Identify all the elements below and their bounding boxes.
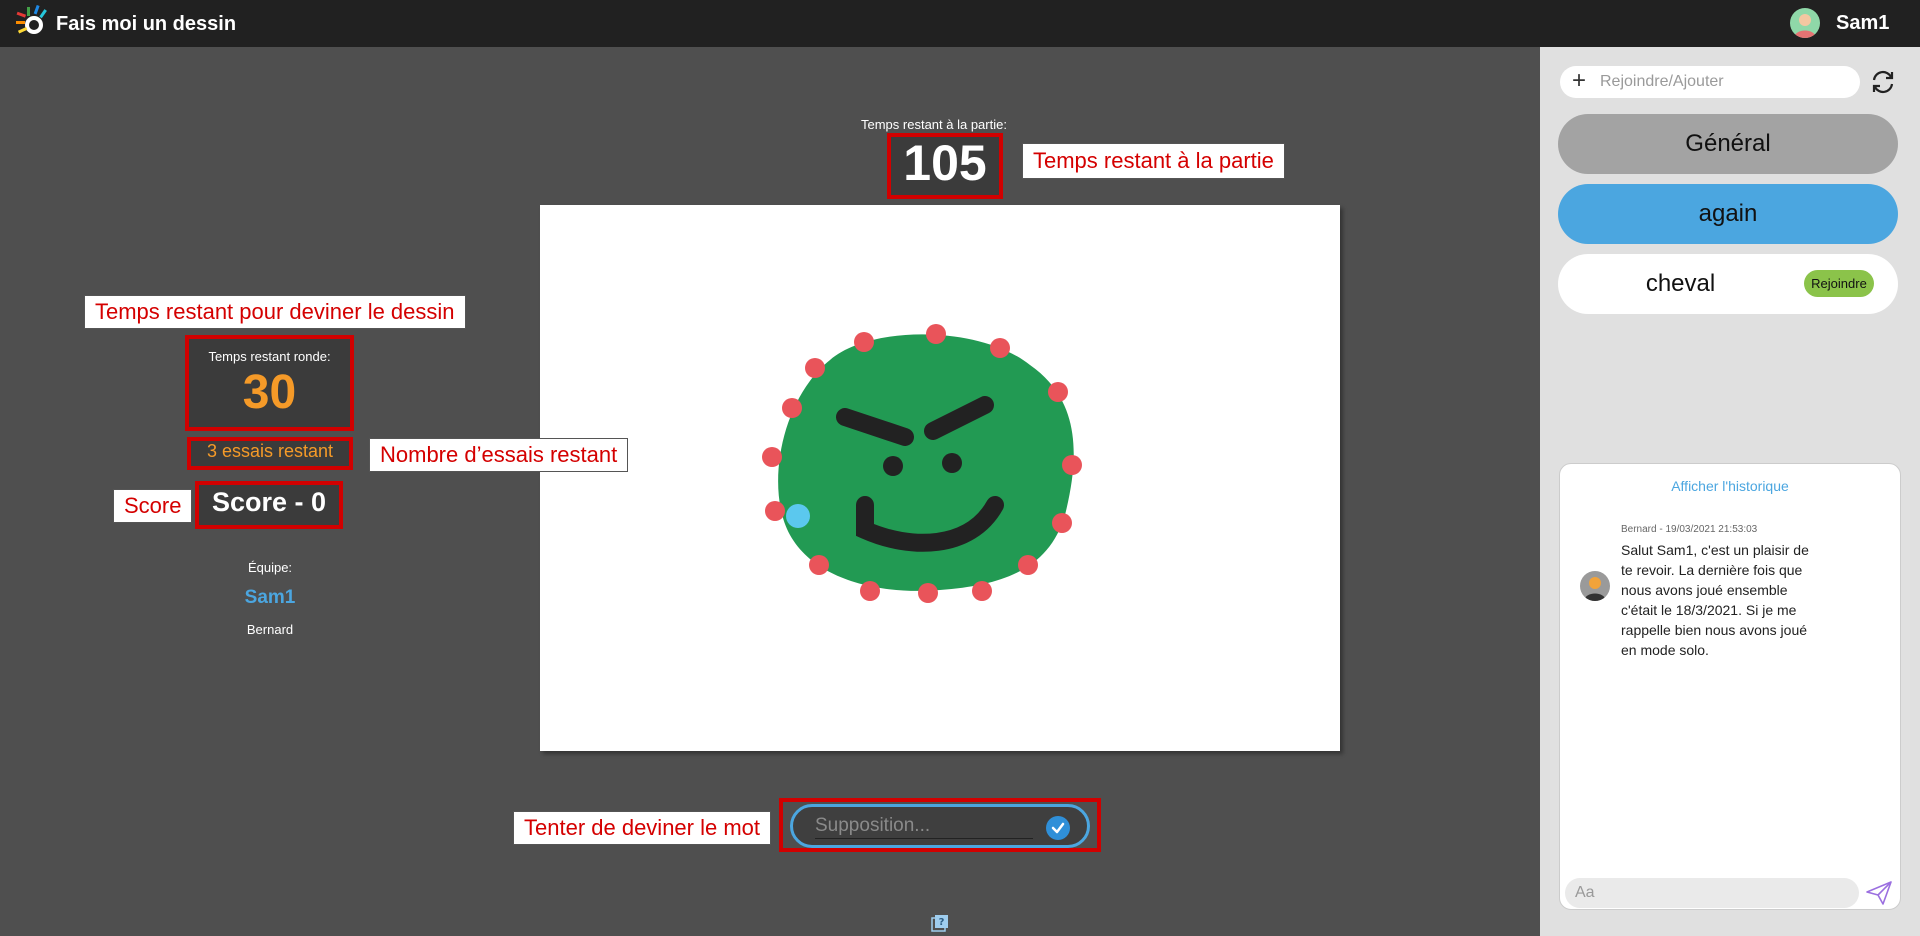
user-avatar-icon: [1794, 14, 1816, 38]
submit-guess-button[interactable]: [1046, 816, 1070, 840]
join-channel-input[interactable]: [1600, 72, 1840, 92]
channel-name: again: [1698, 200, 1758, 227]
tries-callout: Nombre d’essais restant: [369, 438, 629, 472]
game-time-label: Temps restant à la partie:: [861, 117, 1007, 132]
drawing-canvas[interactable]: [540, 205, 1340, 751]
chat-input[interactable]: [1565, 878, 1859, 908]
join-channel-field: +: [1560, 66, 1860, 98]
send-icon[interactable]: [1865, 880, 1893, 906]
guess-field: [790, 804, 1090, 848]
plus-icon[interactable]: +: [1572, 69, 1586, 93]
guess-input[interactable]: [815, 813, 1033, 839]
hint-icon[interactable]: ?: [930, 913, 950, 933]
guess-callout: Tenter de deviner le mot: [513, 811, 772, 845]
score-callout: Score: [113, 489, 193, 523]
channel-name: Général: [1685, 130, 1771, 157]
game-area: Temps restant à la partie: 105 Temps res…: [0, 47, 1540, 936]
message-avatar: [1580, 571, 1610, 601]
team-member: Bernard: [246, 622, 294, 637]
svg-text:?: ?: [939, 917, 945, 928]
show-history-link[interactable]: Afficher l'historique: [1560, 478, 1900, 494]
top-bar: Fais moi un dessin Sam1: [0, 0, 1920, 47]
user-name[interactable]: Sam1: [1836, 12, 1889, 35]
channel-general[interactable]: Général: [1558, 114, 1898, 174]
team-member-current: Sam1: [244, 587, 296, 608]
channel-name: cheval: [1645, 270, 1716, 297]
team-label: Équipe:: [247, 560, 293, 575]
user-avatar[interactable]: [1790, 8, 1820, 38]
app-title: Fais moi un dessin: [56, 13, 237, 35]
round-time-callout: Temps restant pour deviner le dessin: [84, 295, 466, 329]
score-highlight: [195, 481, 343, 529]
channel-cheval[interactable]: cheval Rejoindre: [1558, 254, 1898, 314]
game-time-highlight: [887, 133, 1003, 199]
avatar-icon: [1584, 577, 1606, 601]
join-channel-button[interactable]: Rejoindre: [1804, 270, 1874, 297]
tries-highlight: [187, 437, 353, 470]
check-icon: [1051, 822, 1065, 834]
message-text: Salut Sam1, c'est un plaisir de te revoi…: [1621, 542, 1809, 658]
game-time-callout: Temps restant à la partie: [1022, 143, 1285, 179]
refresh-icon[interactable]: [1868, 67, 1898, 97]
message-meta: Bernard - 19/03/2021 21:53:03: [1621, 524, 1758, 535]
round-time-highlight: [185, 335, 354, 431]
channel-again[interactable]: again: [1558, 184, 1898, 244]
chat-sidebar: + Général again cheval Rejoindre Affiche…: [1540, 47, 1920, 936]
chat-panel: Afficher l'historique Bernard - 19/03/20…: [1559, 463, 1901, 910]
app-logo-icon: [16, 5, 47, 34]
drawing-virus-face: [762, 324, 1082, 603]
